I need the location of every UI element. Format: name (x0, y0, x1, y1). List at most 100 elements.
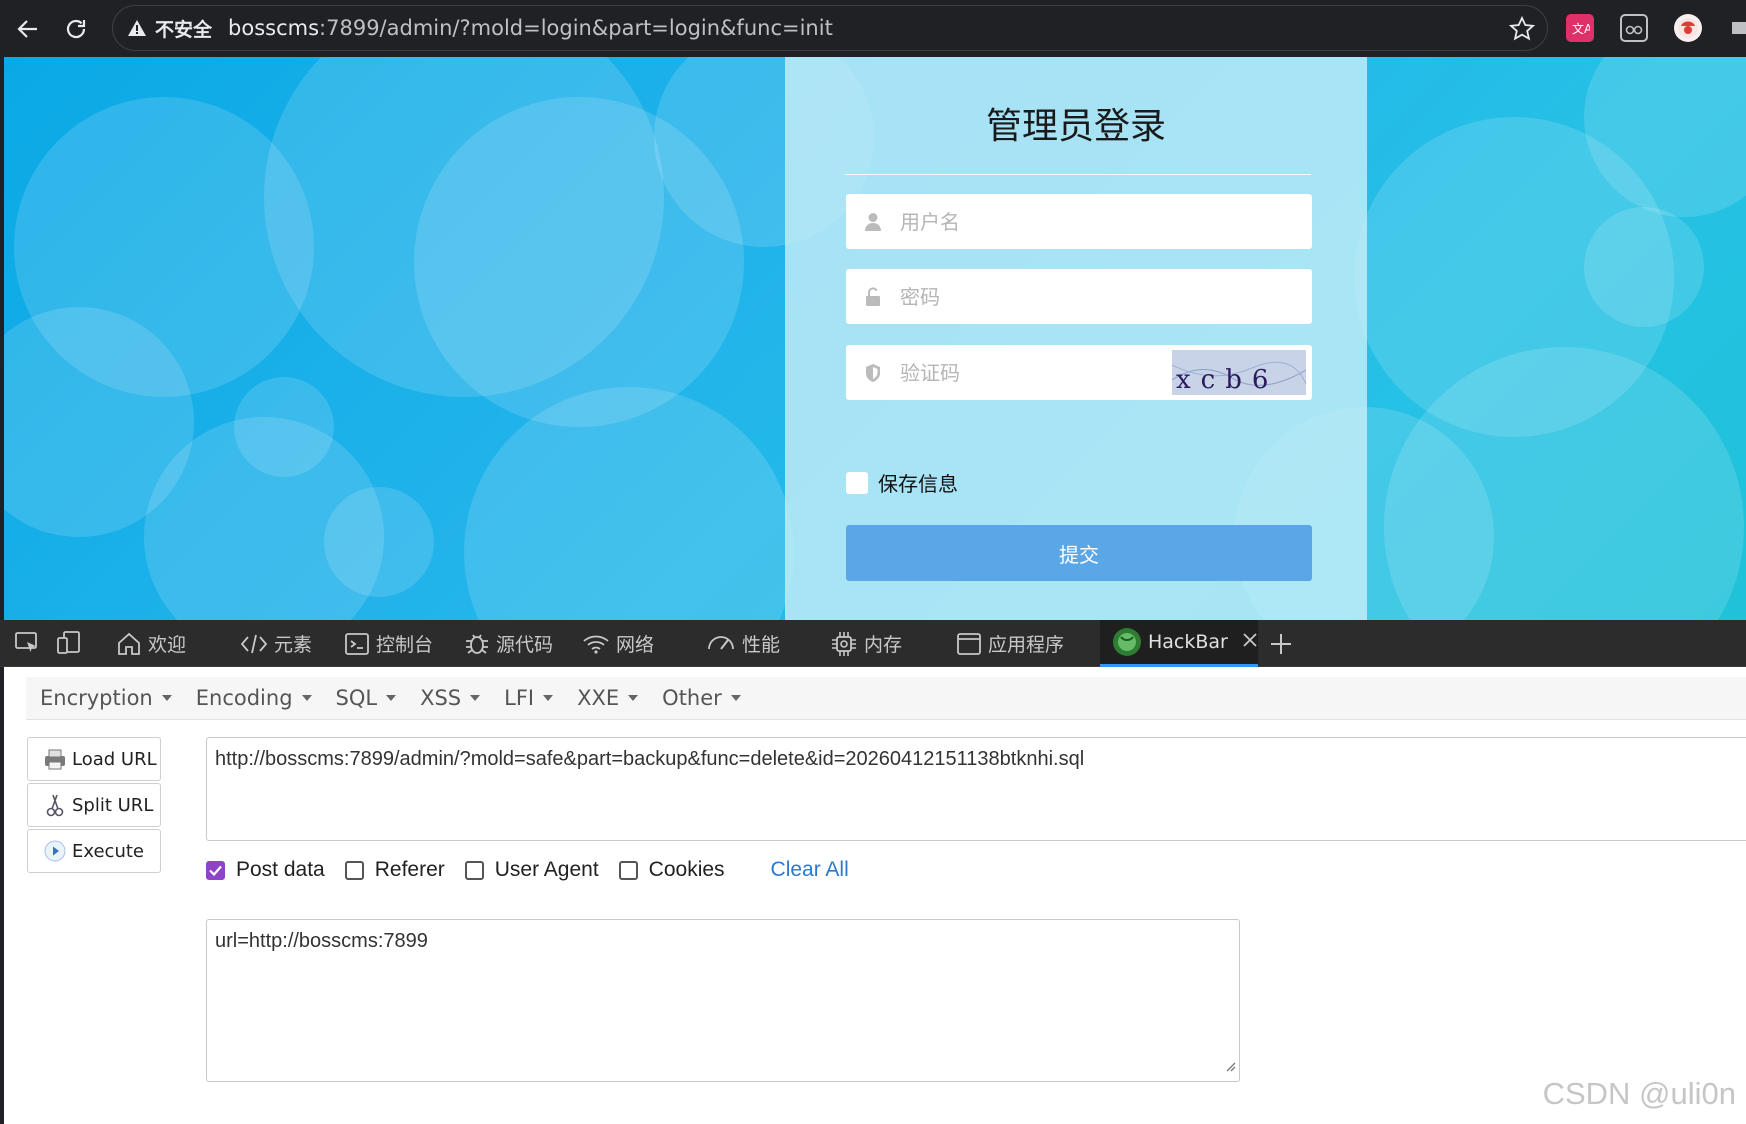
tab-memory[interactable]: 内存 (830, 620, 902, 667)
tab-elements[interactable]: 元素 (240, 620, 312, 667)
caret-down-icon (628, 695, 639, 701)
split-url-button[interactable]: Split URL (27, 783, 161, 827)
referer-option[interactable]: Referer (344, 858, 445, 882)
captcha-image[interactable]: xcb6 (1171, 350, 1307, 395)
close-tab-icon[interactable] (1242, 631, 1258, 653)
reload-button[interactable] (56, 9, 96, 49)
tab-label: 应用程序 (988, 634, 1065, 656)
execute-button[interactable]: Execute (27, 829, 161, 873)
svg-text:文A: 文A (1572, 21, 1590, 36)
printer-icon (42, 748, 68, 770)
play-icon (42, 840, 68, 862)
caret-down-icon (161, 695, 172, 701)
option-label: Post data (236, 858, 325, 881)
hackbar-panel: Encryption Encoding SQL XSS LFI XXE Othe… (4, 667, 1746, 1124)
caret-down-icon (386, 695, 397, 701)
tab-application[interactable]: 应用程序 (956, 620, 1064, 667)
post-data-checkbox[interactable] (206, 860, 225, 880)
submit-button[interactable]: 提交 (846, 525, 1312, 581)
password-field[interactable] (846, 269, 1312, 324)
menu-label: Encoding (195, 686, 293, 710)
insecure-label[interactable]: 不安全 (155, 15, 212, 42)
tab-performance[interactable]: 性能 (706, 620, 780, 667)
user-agent-checkbox[interactable] (464, 860, 484, 880)
address-bar[interactable]: 不安全 bosscms:7899/admin/?mold=login&part=… (112, 5, 1548, 51)
home-icon (116, 631, 142, 657)
menu-label: SQL (335, 686, 378, 710)
captcha-field[interactable]: xcb6 (846, 345, 1312, 400)
remember-checkbox-box[interactable] (846, 471, 868, 494)
back-button[interactable] (8, 9, 48, 49)
tab-console[interactable]: 控制台 (344, 620, 433, 667)
tab-network[interactable]: 网络 (582, 620, 654, 667)
device-toolbar-icon[interactable] (56, 630, 82, 660)
menu-lfi[interactable]: LFI (504, 686, 554, 710)
unlock-icon (846, 286, 900, 307)
menu-label: XXE (577, 686, 620, 710)
menu-sql[interactable]: SQL (336, 686, 397, 710)
menu-label: Other (662, 686, 722, 710)
referer-checkbox[interactable] (344, 860, 364, 880)
reader-extension-icon[interactable] (1620, 14, 1648, 42)
button-label: Split URL (72, 794, 154, 816)
url-path: :7899/admin/?mold=login&part=login&func=… (319, 16, 833, 40)
login-panel: 管理员登录 xcb6 (785, 57, 1367, 620)
menu-encryption[interactable]: Encryption (40, 686, 172, 710)
bookmark-star-icon[interactable] (1508, 15, 1536, 46)
url-textarea[interactable]: http://bosscms:7899/admin/?mold=safe&par… (206, 737, 1746, 841)
divider (845, 174, 1311, 175)
load-url-button[interactable]: Load URL (27, 737, 161, 781)
tab-label: 性能 (742, 634, 781, 656)
bg-bubble (1584, 207, 1704, 327)
translate-extension-icon[interactable]: 文A (1566, 14, 1594, 42)
back-arrow-icon (17, 19, 37, 38)
post-data-option[interactable]: Post data (206, 858, 325, 882)
inspect-element-icon[interactable] (14, 630, 40, 660)
code-icon (240, 631, 268, 657)
devtools-tab-bar: 欢迎 元素 控制台 源代码 网络 性能 内存 应用程序 HackBar (0, 620, 1746, 667)
menu-encoding[interactable]: Encoding (196, 686, 312, 710)
user-agent-option[interactable]: User Agent (464, 858, 599, 882)
caret-down-icon (730, 695, 741, 701)
user-icon (846, 212, 900, 232)
caret-down-icon (301, 695, 312, 701)
username-input[interactable] (900, 194, 1312, 249)
tab-hackbar[interactable]: HackBar (1100, 620, 1258, 667)
tab-label: 欢迎 (148, 634, 187, 656)
menu-xxe[interactable]: XXE (577, 686, 639, 710)
login-title: 管理员登录 (985, 106, 1166, 147)
menu-xss[interactable]: XSS (420, 686, 481, 710)
url-text[interactable]: bosscms:7899/admin/?mold=login&part=logi… (228, 16, 833, 40)
gauge-icon (706, 631, 736, 657)
post-data-value: url=http://bosscms:7899 (215, 930, 428, 952)
menu-label: XSS (420, 686, 462, 710)
extensions-icon[interactable] (1730, 14, 1746, 42)
username-field[interactable] (846, 194, 1312, 249)
tab-sources[interactable]: 源代码 (464, 620, 553, 667)
warning-triangle-icon (127, 18, 147, 38)
remember-label[interactable]: 保存信息 (878, 468, 958, 497)
bug-icon (464, 631, 490, 657)
options-row: Post data Referer User Agent Cookies Cle… (206, 855, 849, 885)
page-viewport: 管理员登录 xcb6 (4, 57, 1746, 620)
menu-other[interactable]: Other (662, 686, 741, 710)
resize-grip-icon[interactable] (1224, 1055, 1236, 1078)
cookies-option[interactable]: Cookies (618, 858, 725, 882)
bg-bubble (324, 487, 434, 597)
cookies-checkbox[interactable] (618, 860, 638, 880)
remember-checkbox[interactable]: 保存信息 (846, 468, 958, 497)
clear-all-link[interactable]: Clear All (771, 858, 849, 882)
wifi-icon (582, 631, 610, 657)
profile-avatar-icon[interactable] (1674, 14, 1702, 42)
tab-welcome[interactable]: 欢迎 (116, 620, 186, 667)
password-input[interactable] (900, 269, 1312, 324)
tab-label: 网络 (616, 634, 655, 656)
add-tab-icon[interactable] (1268, 631, 1294, 661)
menu-label: LFI (504, 686, 535, 710)
url-host: bosscms (228, 16, 320, 40)
scissors-icon (42, 793, 68, 817)
tab-label: HackBar (1148, 631, 1228, 653)
tab-label: 源代码 (496, 634, 554, 656)
post-data-textarea[interactable]: url=http://bosscms:7899 (206, 919, 1240, 1082)
bg-bubble (464, 387, 794, 620)
